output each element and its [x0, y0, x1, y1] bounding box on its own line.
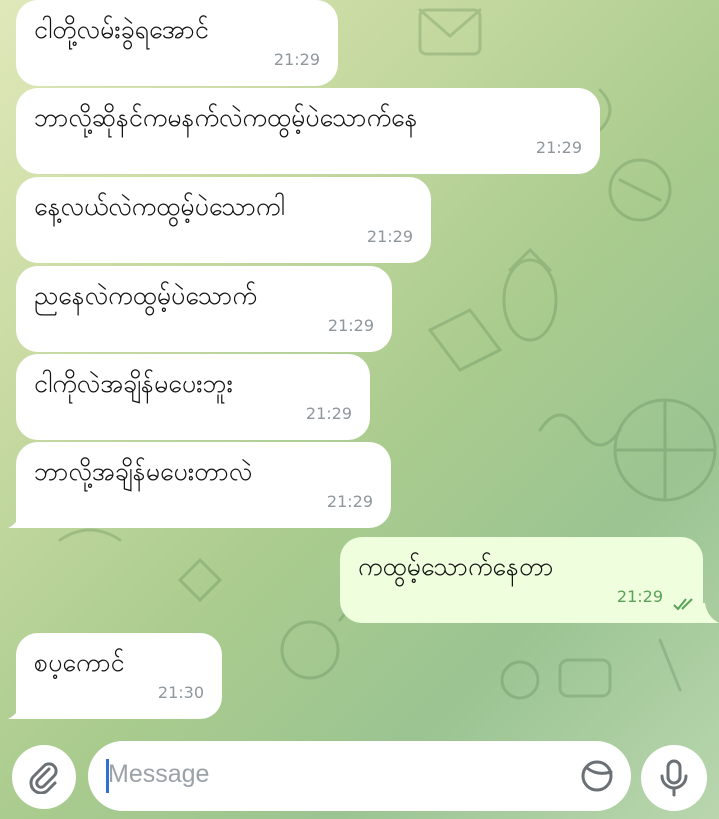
message-input[interactable]: Message	[88, 741, 631, 811]
bubble-tail	[8, 699, 28, 719]
message-time: 21:29	[327, 316, 374, 335]
message-text: ငါကိုလဲအချိန်မပေးဘူး	[34, 369, 233, 398]
microphone-icon	[660, 759, 688, 797]
message-time: 21:29	[305, 404, 352, 423]
message-time: 21:29	[535, 138, 582, 157]
sticker-icon[interactable]	[579, 758, 615, 794]
message-text: ကထွမ့်သောက်နေတာ	[358, 552, 554, 581]
message-time: 21:30	[157, 683, 204, 702]
bubble-tail	[699, 603, 719, 623]
message-bubble[interactable]: ဘာလို့အချိန်မပေးတာလဲ 21:29	[16, 442, 391, 528]
message-time: 21:29	[326, 492, 373, 511]
message-time: 21:29	[273, 50, 320, 69]
message-list[interactable]: ငါတို့လမ်းခွဲရအောင် 21:29 ဘာလို့ဆိုနင်ကမ…	[0, 0, 719, 735]
message-text: စပ့ကောင်	[34, 648, 125, 677]
voice-record-button[interactable]	[641, 745, 707, 811]
message-input-placeholder: Message	[108, 760, 210, 788]
message-bubble[interactable]: ဘာလို့ဆိုနင်ကမနက်လဲကထွမ့်ပဲသောက်နေ 21:29	[16, 88, 600, 174]
attach-button[interactable]	[12, 745, 76, 809]
paperclip-icon	[29, 762, 58, 794]
message-bubble[interactable]: ညနေလဲကထွမ့်ပဲသောက် 21:29	[16, 266, 392, 352]
message-text: ဘာလို့အချိန်မပေးတာလဲ	[34, 457, 253, 486]
message-bubble[interactable]: ငါတို့လမ်းခွဲရအောင် 21:29	[16, 0, 338, 86]
message-text: နေ့လယ်လဲကထွမ့်ပဲသောကါ	[34, 192, 285, 221]
message-bubble[interactable]: စပ့ကောင် 21:30	[16, 633, 222, 719]
double-check-icon	[673, 598, 693, 611]
message-bubble[interactable]: ငါကိုလဲအချိန်မပေးဘူး 21:29	[16, 354, 370, 440]
composer-bar: Message	[0, 735, 719, 819]
message-bubble[interactable]: နေ့လယ်လဲကထွမ့်ပဲသောကါ 21:29	[16, 177, 431, 263]
message-text: ညနေလဲကထွမ့်ပဲသောက်	[34, 281, 257, 310]
message-text: ဘာလို့ဆိုနင်ကမနက်လဲကထွမ့်ပဲသောက်နေ	[34, 103, 418, 132]
message-time: 21:29	[616, 587, 663, 606]
bubble-tail	[8, 508, 28, 528]
message-time: 21:29	[366, 227, 413, 246]
message-text: ငါတို့လမ်းခွဲရအောင်	[34, 15, 209, 44]
message-bubble-outgoing[interactable]: ကထွမ့်သောက်နေတာ 21:29	[340, 537, 703, 623]
